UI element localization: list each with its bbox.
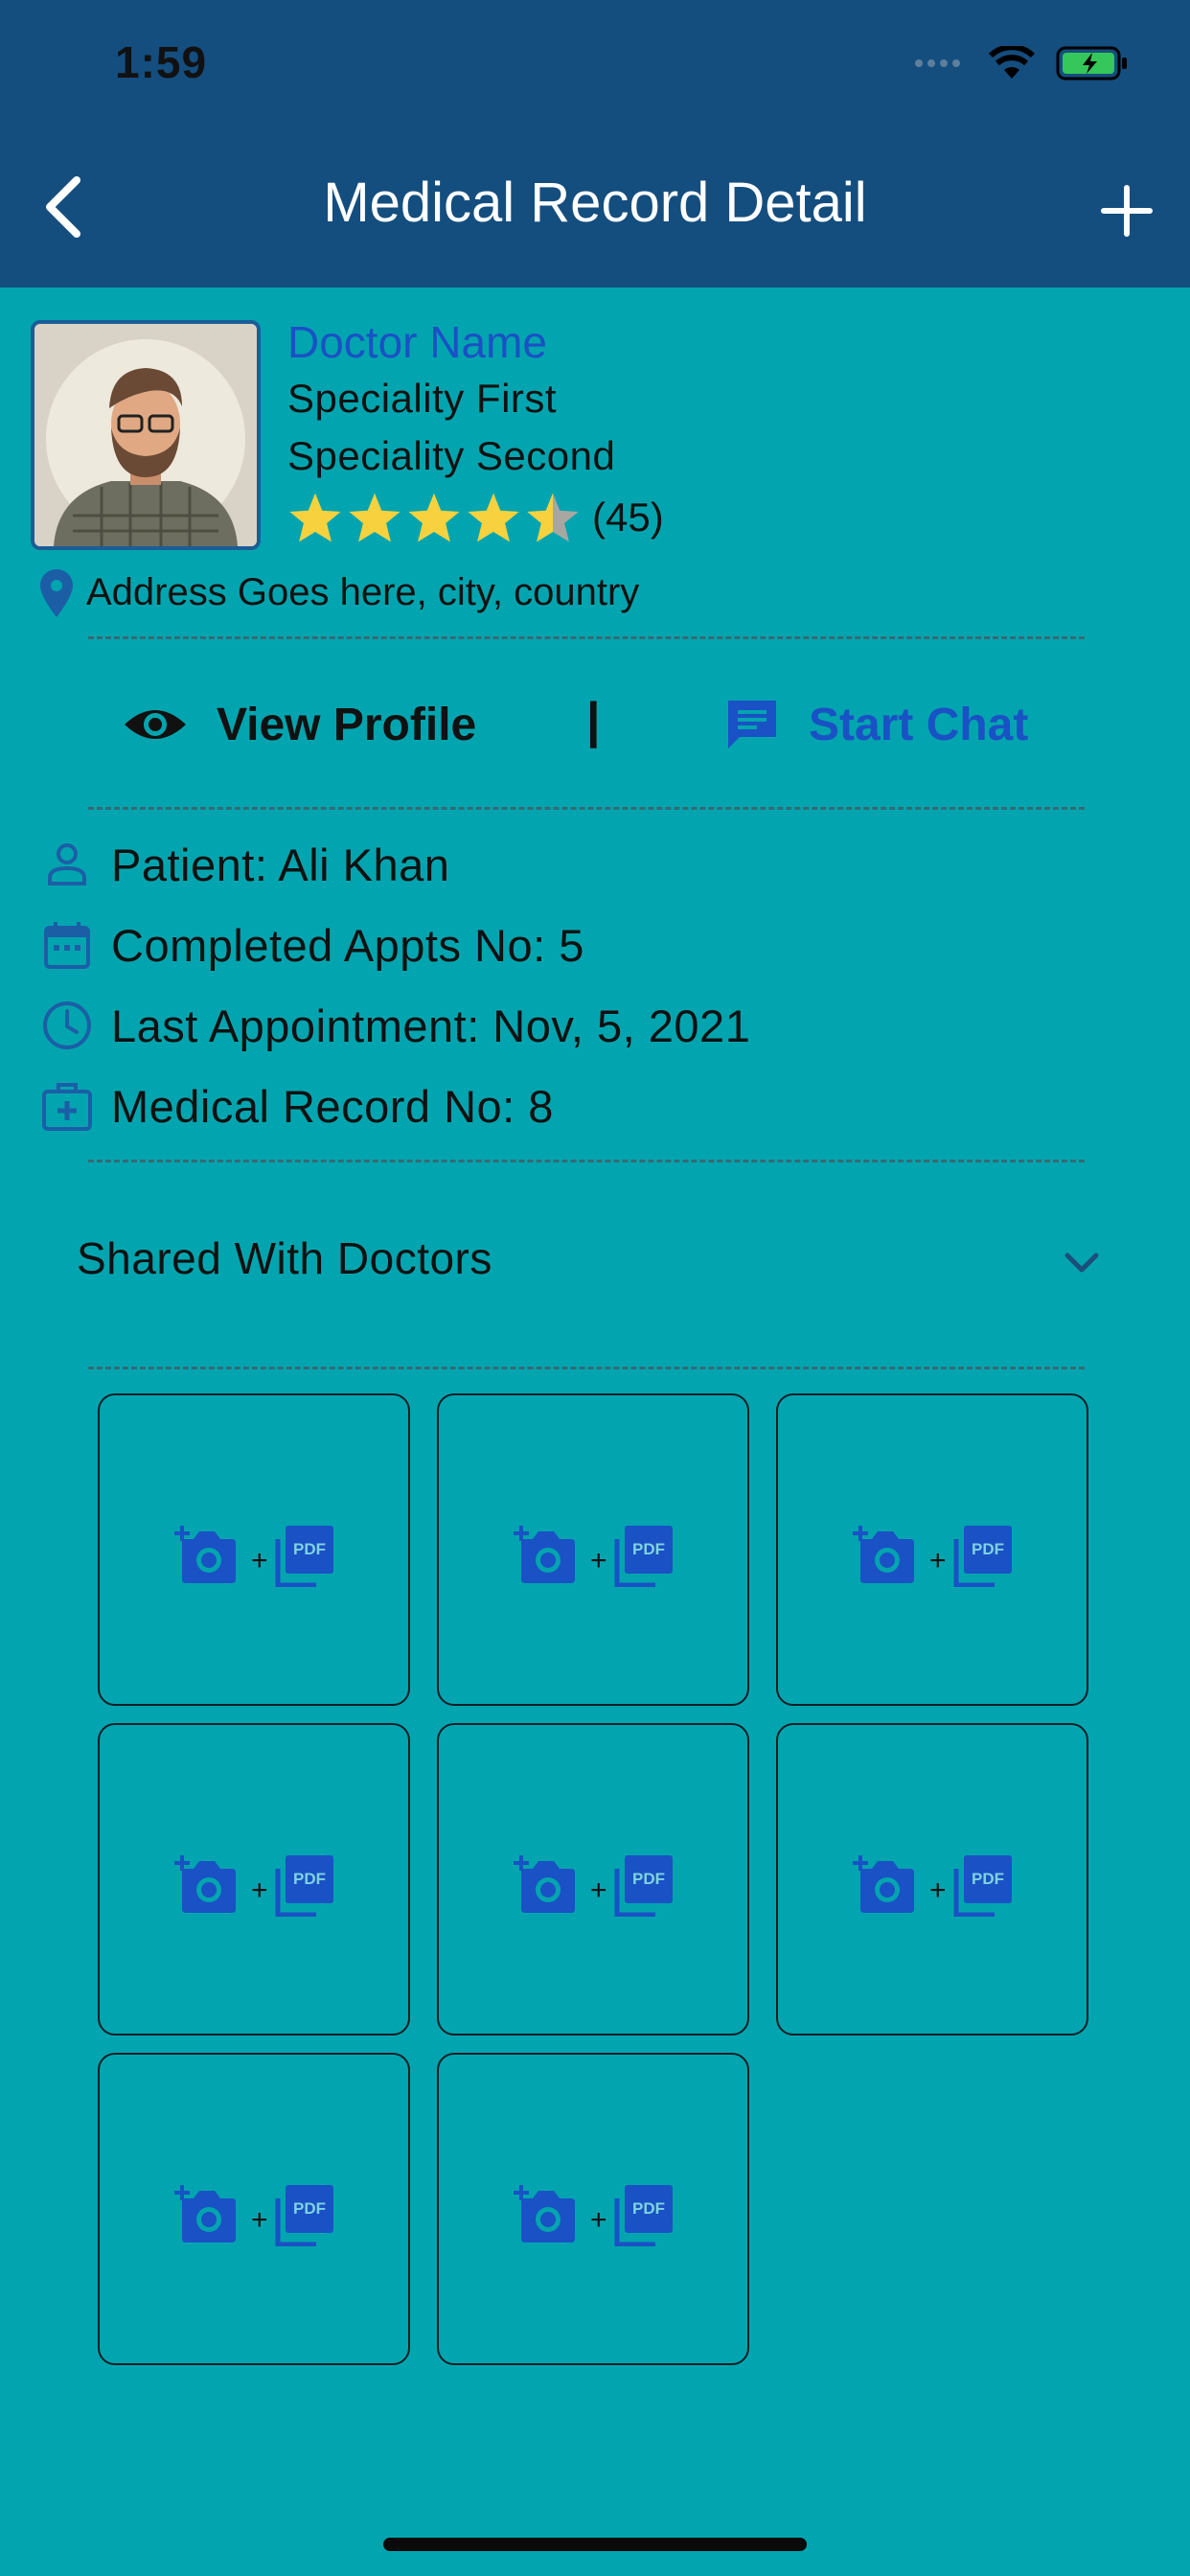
attachment-slot[interactable]: + PDF	[437, 2053, 749, 2365]
attachment-slot[interactable]: + PDF	[98, 1723, 410, 2036]
attachment-slot[interactable]: + PDF	[437, 1723, 749, 2036]
camera-plus-pdf-icon: + PDF	[853, 1526, 1012, 1587]
last-appointment-row: Last Appointment: Nov, 5, 2021	[38, 995, 750, 1056]
speciality-first: Speciality First	[287, 376, 558, 421]
camera-plus-pdf-icon: + PDF	[514, 2185, 673, 2246]
svg-text:+: +	[590, 2204, 607, 2236]
svg-text:+: +	[251, 2204, 268, 2236]
svg-text:PDF: PDF	[632, 1870, 665, 1888]
speciality-second: Speciality Second	[287, 433, 616, 478]
rating-count: (45)	[592, 494, 664, 540]
camera-plus-pdf-icon: + PDF	[174, 2185, 333, 2246]
completed-appts-text: Completed Appts No: 5	[111, 919, 584, 971]
star-icon	[468, 493, 519, 542]
attachment-slot[interactable]: + PDF	[776, 1393, 1088, 1706]
patient-row: Patient: Ali Khan	[38, 834, 449, 895]
shared-with-doctors-header[interactable]: Shared With Doctors	[77, 1232, 492, 1284]
camera-plus-pdf-icon: + PDF	[174, 1526, 333, 1587]
camera-plus-pdf-icon: + PDF	[514, 1526, 673, 1587]
svg-text:+: +	[929, 1545, 947, 1576]
svg-text:PDF: PDF	[972, 1540, 1004, 1558]
svg-text:+: +	[590, 1545, 607, 1576]
status-time: 1:59	[115, 37, 208, 87]
completed-appts-row: Completed Appts No: 5	[38, 914, 584, 976]
status-icons	[914, 42, 1129, 84]
svg-text:+: +	[590, 1874, 607, 1906]
svg-text:+: +	[251, 1874, 268, 1906]
doctor-name[interactable]: Doctor Name	[287, 316, 547, 368]
attachment-slot[interactable]: + PDF	[437, 1393, 749, 1706]
calendar-icon	[38, 916, 96, 974]
start-chat-button[interactable]: Start Chat	[724, 690, 1028, 759]
svg-text:+: +	[929, 1874, 947, 1906]
star-icon	[289, 493, 341, 542]
doctor-address: Address Goes here, city, country	[86, 571, 640, 613]
medical-record-row: Medical Record No: 8	[38, 1075, 554, 1137]
camera-plus-pdf-icon: + PDF	[853, 1855, 1012, 1917]
add-button[interactable]	[1092, 176, 1161, 245]
patient-text: Patient: Ali Khan	[111, 839, 450, 890]
svg-text:PDF: PDF	[972, 1870, 1004, 1888]
svg-text:PDF: PDF	[632, 1540, 665, 1558]
medical-kit-icon	[38, 1077, 96, 1135]
battery-icon	[1056, 46, 1127, 80]
view-profile-label: View Profile	[217, 699, 477, 750]
svg-text:PDF: PDF	[293, 1870, 326, 1888]
doctor-avatar	[31, 320, 261, 550]
doctor-portrait-icon	[34, 324, 257, 546]
chevron-down-icon[interactable]	[1058, 1244, 1106, 1282]
page-title: Medical Record Detail	[323, 172, 867, 234]
plus-icon	[1101, 185, 1153, 237]
divider	[88, 1367, 1085, 1369]
divider	[88, 807, 1085, 810]
star-icon	[349, 493, 400, 542]
wifi-icon	[989, 46, 1035, 79]
eye-icon	[125, 710, 186, 739]
home-indicator[interactable]	[383, 2538, 807, 2551]
attachment-slot[interactable]: + PDF	[776, 1723, 1088, 2036]
attachment-slot[interactable]: + PDF	[98, 1393, 410, 1706]
chat-bubble-icon	[728, 701, 776, 748]
signal-icon	[915, 59, 960, 67]
divider	[88, 636, 1085, 639]
attachment-slot[interactable]: + PDF	[98, 2053, 410, 2365]
person-icon	[38, 836, 96, 893]
location-pin-icon	[40, 569, 73, 617]
last-appointment-text: Last Appointment: Nov, 5, 2021	[111, 1000, 751, 1051]
medical-record-text: Medical Record No: 8	[111, 1080, 554, 1132]
rating-stars	[287, 491, 581, 544]
camera-plus-pdf-icon: + PDF	[174, 1855, 333, 1917]
svg-text:PDF: PDF	[293, 2199, 326, 2218]
star-half-icon	[527, 493, 579, 542]
svg-text:+: +	[251, 1545, 268, 1576]
camera-plus-pdf-icon: + PDF	[514, 1855, 673, 1917]
svg-text:PDF: PDF	[293, 1540, 326, 1558]
start-chat-label: Start Chat	[809, 699, 1029, 750]
action-separator: |	[586, 693, 601, 748]
divider	[88, 1160, 1085, 1162]
star-icon	[408, 493, 460, 542]
svg-text:PDF: PDF	[632, 2199, 665, 2218]
view-profile-button[interactable]: View Profile	[123, 690, 476, 759]
clock-icon	[38, 997, 96, 1054]
